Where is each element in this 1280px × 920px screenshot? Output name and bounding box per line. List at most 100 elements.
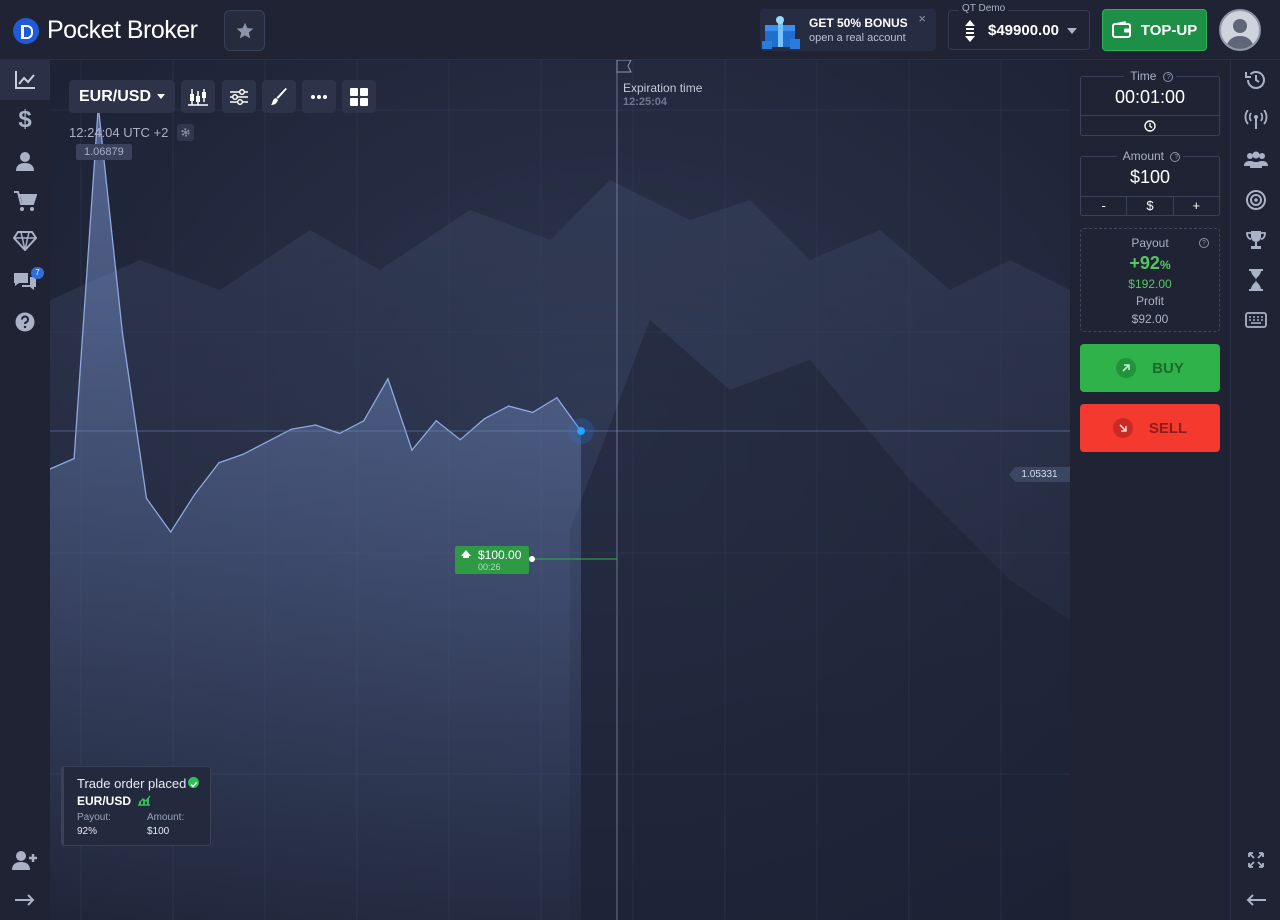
payout-box: Payout ? +92% $192.00 Profit $92.00: [1080, 228, 1220, 332]
amount-input[interactable]: $100: [1081, 167, 1219, 188]
chevron-down-icon: [157, 94, 165, 99]
trade-notification[interactable]: Trade order placed EUR/USD Payout: Amoun…: [61, 766, 211, 846]
dollar-icon: $: [18, 106, 32, 133]
account-switcher[interactable]: QT Demo $49900.00: [948, 3, 1090, 50]
fullscreen-button[interactable]: [1231, 845, 1280, 875]
price-point: [121, 331, 124, 334]
chevron-down-icon: [1067, 28, 1077, 34]
add-user-icon: [12, 851, 37, 870]
trade-panel: Time ? 00:01:00 Amount ? $100 - $ + Payo…: [1070, 60, 1230, 920]
grid-layout-icon: [350, 87, 368, 106]
price-point: [556, 396, 558, 399]
sell-button[interactable]: SELL: [1080, 404, 1220, 452]
achievements-button[interactable]: [1231, 225, 1280, 255]
max-price-label: 1.06879: [76, 144, 132, 160]
time-selector[interactable]: Time ? 00:01:00: [1080, 69, 1220, 136]
price-point: [435, 419, 437, 422]
price-point: [387, 378, 389, 380]
nav-logout[interactable]: [0, 880, 50, 920]
top-up-button[interactable]: TOP-UP: [1102, 9, 1207, 51]
help-icon: ?: [1162, 72, 1173, 82]
price-point: [73, 457, 75, 460]
users-icon: [1244, 151, 1268, 168]
nav-finance[interactable]: $: [0, 100, 50, 140]
chart-icon: [15, 71, 35, 89]
account-type-label: QT Demo: [959, 3, 1009, 14]
price-point: [459, 438, 462, 441]
notification-pair: EUR/USD: [77, 794, 151, 808]
profit-value: $92.00: [1131, 312, 1169, 326]
help-icon: [15, 312, 35, 332]
nav-achievements[interactable]: [0, 221, 50, 261]
asset-selector[interactable]: EUR/USD: [69, 80, 175, 113]
history-icon: [1245, 71, 1265, 89]
nav-chat[interactable]: 7: [0, 261, 50, 301]
layout-button[interactable]: [342, 80, 376, 113]
account-balance: $49900.00: [988, 22, 1059, 39]
chart-area[interactable]: EUR/USD 12:24:04 UTC +2 1.06879 Expirati…: [50, 60, 1070, 920]
hotkeys-button[interactable]: [1231, 305, 1280, 335]
price-point: [580, 430, 582, 432]
chart-type-button[interactable]: [181, 80, 215, 113]
pending-trades-button[interactable]: [1231, 265, 1280, 295]
price-point: [531, 411, 534, 414]
more-button[interactable]: [302, 80, 336, 113]
price-point: [507, 405, 510, 407]
nav-trading[interactable]: [0, 60, 50, 100]
trend-up-icon: [138, 795, 151, 806]
amount-decrease-button[interactable]: -: [1081, 197, 1128, 215]
notification-amount-label: Amount:: [147, 812, 185, 823]
amount-increase-button[interactable]: +: [1174, 197, 1219, 215]
amount-currency-button[interactable]: $: [1127, 197, 1174, 215]
candles-icon: [188, 88, 208, 106]
check-icon: [188, 777, 199, 788]
buy-button[interactable]: BUY: [1080, 344, 1220, 392]
signals-button[interactable]: [1231, 105, 1280, 135]
time-mode-button[interactable]: [1081, 115, 1219, 135]
arrow-right-icon: [15, 894, 35, 906]
amount-selector[interactable]: Amount ? $100 - $ +: [1080, 149, 1220, 216]
chat-badge: 7: [31, 267, 44, 279]
bonus-title: GET 50% BONUS: [809, 16, 908, 30]
clock-settings-button[interactable]: [177, 124, 194, 141]
notification-payout-label: Payout:: [77, 812, 111, 823]
payout-percent: +92%: [1129, 253, 1171, 273]
gear-icon: [181, 128, 190, 137]
notification-amount-value: $100: [147, 826, 170, 837]
user-avatar-icon: [1226, 19, 1254, 49]
fullscreen-icon: [1248, 852, 1264, 868]
diamond-icon: [13, 231, 37, 251]
notification-pair-label: EUR/USD: [77, 794, 132, 808]
indicators-button[interactable]: [222, 80, 256, 113]
trade-amount: $100.00: [478, 548, 522, 562]
social-trading-button[interactable]: [1231, 145, 1280, 175]
collapse-panel-button[interactable]: [1231, 885, 1280, 915]
trophy-icon: [1246, 231, 1266, 249]
logo[interactable]: Pocket Broker: [13, 16, 198, 45]
open-trade-marker[interactable]: $100.00 00:26: [455, 546, 529, 574]
price-point: [362, 419, 365, 422]
trade-history-button[interactable]: [1231, 65, 1280, 95]
nav-market[interactable]: [0, 181, 50, 221]
nav-help[interactable]: [0, 302, 50, 342]
nav-profile[interactable]: [0, 141, 50, 181]
signal-icon: [1244, 110, 1268, 129]
target-icon: [1246, 190, 1266, 210]
tournaments-button[interactable]: [1231, 185, 1280, 215]
drawings-button[interactable]: [262, 80, 296, 113]
help-icon: ?: [1170, 152, 1181, 162]
avatar[interactable]: [1219, 9, 1261, 51]
hourglass-icon: [1249, 269, 1263, 291]
nav-invite[interactable]: [0, 840, 50, 880]
profit-label: Profit: [1135, 294, 1164, 308]
time-value[interactable]: 00:01:00: [1081, 87, 1219, 108]
bonus-close-button[interactable]: ×: [918, 11, 926, 26]
price-point: [338, 432, 341, 435]
price-point: [266, 440, 269, 443]
favorites-button[interactable]: [224, 10, 265, 51]
sliders-icon: [230, 88, 248, 105]
help-icon[interactable]: ?: [1199, 238, 1209, 248]
bonus-banner[interactable]: GET 50% BONUS open a real account ×: [760, 9, 936, 51]
amount-label: Amount ?: [1081, 149, 1219, 163]
gift-icon: [762, 16, 800, 49]
